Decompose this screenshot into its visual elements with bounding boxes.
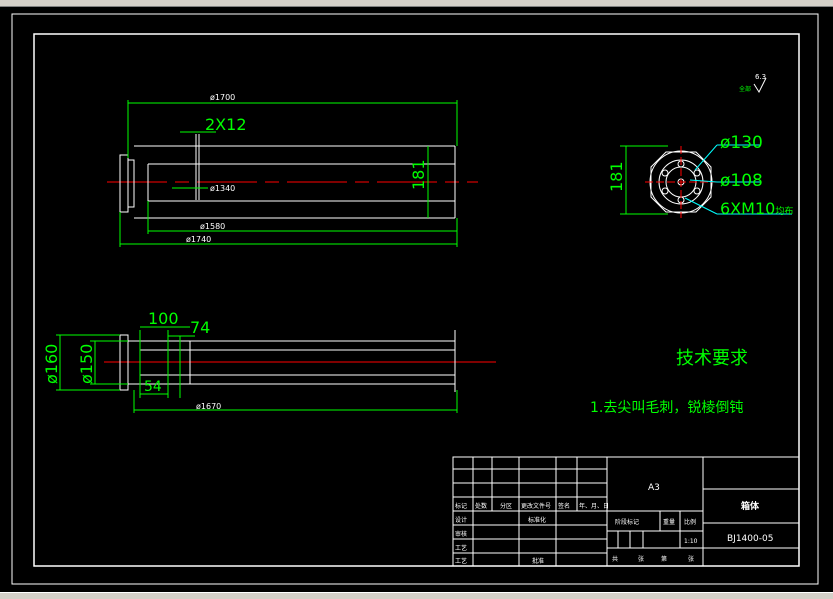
dim-d1740: ø1740 [186,235,211,244]
dim-d1340: ø1340 [210,184,235,193]
dim-2x12: 2X12 [205,115,247,134]
drawing-number: BJ1400-05 [727,534,773,544]
dim-100: 100 [148,309,179,328]
title-block: A3 箱体 BJ1400-05 1:10 标记 处数 分区 更改文件号 签名 年… [452,456,800,567]
roughness-symbol: 全部 6.3 [739,73,767,94]
dim-d1580: ø1580 [200,222,225,231]
dim-d130: ø130 [720,133,763,153]
svg-text:工艺: 工艺 [455,544,467,552]
svg-text:全部: 全部 [739,85,751,93]
svg-text:标准化: 标准化 [528,516,546,524]
dim-181-top: 181 [409,159,428,190]
tech-requirement-1: 1.去尖叫毛刺，锐棱倒钝 [590,400,743,416]
dim-d160: ø160 [42,344,61,384]
bottom-view: 100 74 ø160 ø150 54 ø1670 [42,309,496,413]
top-flange [119,154,129,213]
svg-text:审核: 审核 [455,530,467,538]
svg-text:标记: 标记 [455,502,467,510]
svg-text:阶段标记: 阶段标记 [615,518,639,526]
svg-text:设计: 设计 [455,516,467,524]
dim-d1670: ø1670 [196,402,221,411]
status-bar [0,592,833,599]
svg-text:共: 共 [612,555,618,563]
svg-text:批准: 批准 [532,557,544,565]
sheet-size: A3 [648,483,660,493]
svg-text:比例: 比例 [684,518,696,526]
dim-181-side: 181 [607,161,626,192]
dim-54: 54 [144,379,162,395]
top-view: ø1700 2X12 ø1340 181 ø1580 ø1740 [107,93,478,247]
svg-text:6.3: 6.3 [755,73,766,81]
svg-text:签名: 签名 [558,502,570,510]
outer-frame [11,13,819,585]
svg-text:分区: 分区 [500,502,512,510]
end-view: ø130 ø108 6XM10均布 181 [607,133,793,218]
scale-value: 1:10 [684,538,698,545]
tech-requirements-title: 技术要求 [676,348,748,369]
part-name: 箱体 [741,500,760,512]
dim-74: 74 [190,318,210,337]
svg-text:年、月、日: 年、月、日 [579,502,609,510]
cad-drawing-canvas[interactable]: ø1700 2X12 ø1340 181 ø1580 ø1740 ø130 ø1… [0,0,833,599]
dim-d150: ø150 [77,344,96,384]
svg-text:重量: 重量 [663,518,675,526]
svg-text:处数: 处数 [475,502,487,510]
dim-d1700: ø1700 [210,93,235,102]
svg-text:张: 张 [688,555,694,563]
inner-frame [33,33,800,567]
svg-text:第: 第 [661,555,667,563]
svg-text:更改文件号: 更改文件号 [521,502,551,510]
svg-text:张: 张 [638,555,644,563]
dim-6xm10: 6XM10均布 [720,199,793,218]
svg-text:工艺: 工艺 [455,557,467,565]
dim-d108: ø108 [720,171,763,191]
